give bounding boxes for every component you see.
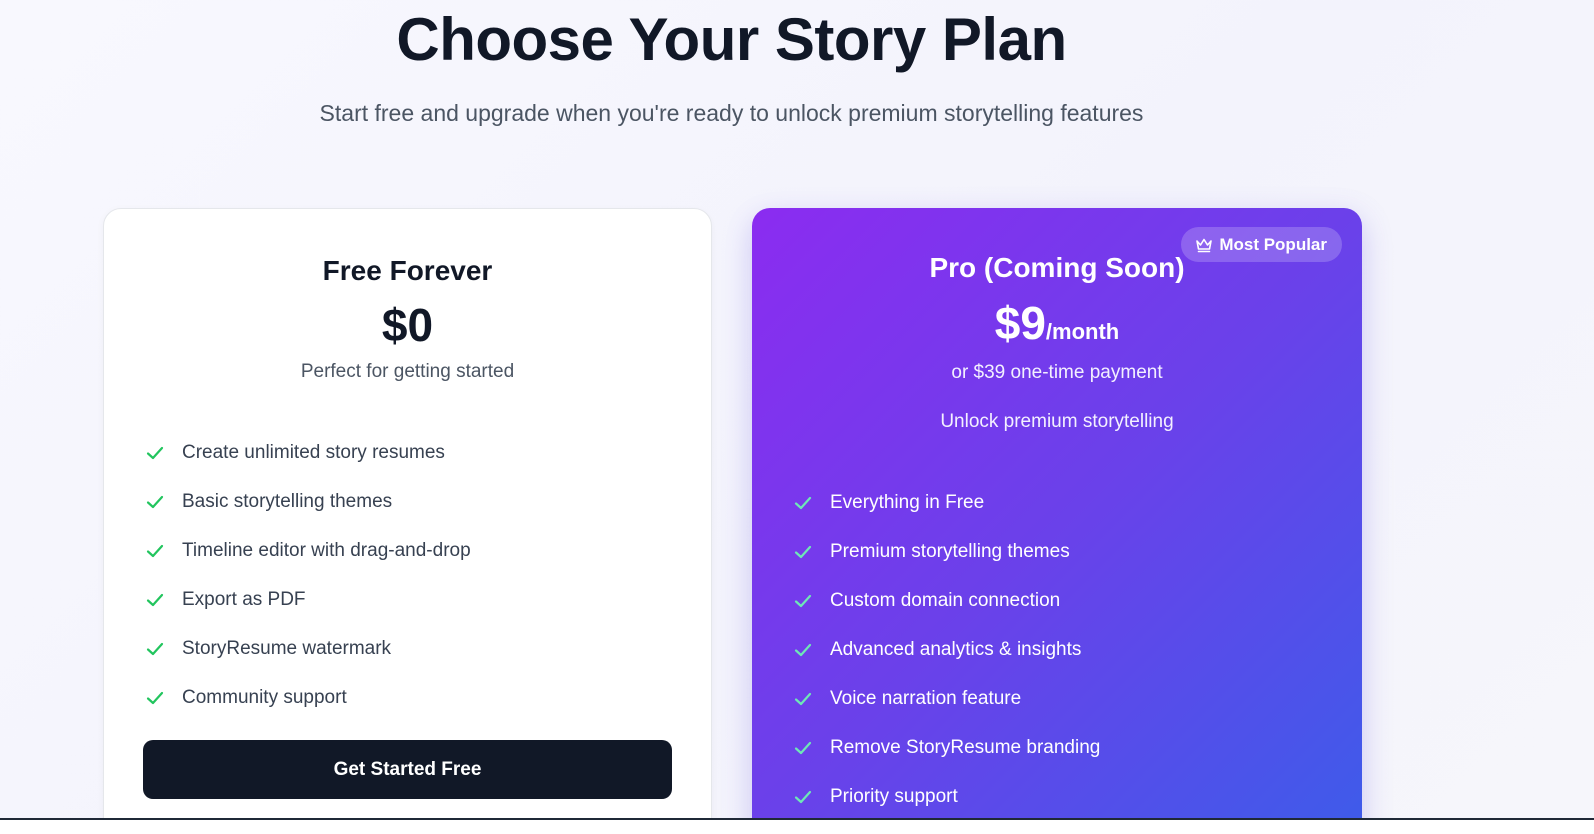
check-icon xyxy=(794,692,812,705)
feature-list: Create unlimited story resumes Basic sto… xyxy=(145,428,471,722)
feature-item: Custom domain connection xyxy=(793,576,1100,625)
plan-description: Perfect for getting started xyxy=(300,361,515,382)
feature-item: Create unlimited story resumes xyxy=(145,428,471,477)
feature-item: Export as PDF xyxy=(145,575,471,624)
feature-item: Timeline editor with drag-and-drop xyxy=(145,526,471,575)
page-subtitle: Start free and upgrade when you're ready… xyxy=(319,100,1144,126)
check-icon xyxy=(146,446,164,459)
check-icon xyxy=(794,545,812,558)
feature-item: Everything in Free xyxy=(793,478,1100,527)
feature-label: Premium storytelling themes xyxy=(830,540,1070,562)
feature-label: StoryResume watermark xyxy=(182,637,392,659)
feature-label: Advanced analytics & insights xyxy=(830,638,1082,660)
feature-label: Voice narration feature xyxy=(830,687,1022,709)
check-icon xyxy=(794,741,812,754)
plan-price: $0 xyxy=(381,299,434,351)
free-plan-card: Free Forever $0 Perfect for getting star… xyxy=(103,208,712,834)
feature-label: Remove StoryResume branding xyxy=(830,736,1101,758)
feature-item: Priority support xyxy=(793,772,1100,821)
check-icon xyxy=(794,496,812,509)
feature-item: Remove StoryResume branding xyxy=(793,723,1100,772)
plan-price: $9/month xyxy=(752,295,1362,360)
pro-plan-card: Most Popular Pro (Coming Soon) $9/month … xyxy=(752,208,1362,834)
feature-label: Community support xyxy=(182,686,347,708)
feature-item: StoryResume watermark xyxy=(145,624,471,673)
feature-label: Basic storytelling themes xyxy=(182,490,393,512)
feature-list: Everything in Free Premium storytelling … xyxy=(793,478,1100,821)
alternative-payment-note: or $39 one-time payment xyxy=(951,362,1163,383)
check-icon xyxy=(146,544,164,557)
check-icon xyxy=(146,691,164,704)
check-icon xyxy=(794,790,812,803)
feature-label: Create unlimited story resumes xyxy=(182,441,445,463)
feature-item: Advanced analytics & insights xyxy=(793,625,1100,674)
feature-item: Premium storytelling themes xyxy=(793,527,1100,576)
price-amount: $9 xyxy=(994,297,1046,349)
get-started-free-button[interactable]: Get Started Free xyxy=(143,740,672,799)
plan-name: Pro (Coming Soon) xyxy=(929,252,1185,283)
feature-label: Everything in Free xyxy=(830,491,985,513)
feature-label: Priority support xyxy=(830,785,958,807)
feature-label: Timeline editor with drag-and-drop xyxy=(182,539,471,561)
plan-description: Unlock premium storytelling xyxy=(940,411,1174,432)
check-icon xyxy=(146,642,164,655)
check-icon xyxy=(146,495,164,508)
price-period: /month xyxy=(1045,319,1120,344)
viewport-footer-strip xyxy=(0,820,1594,834)
check-icon xyxy=(794,594,812,607)
check-icon xyxy=(146,593,164,606)
check-icon xyxy=(794,643,812,656)
feature-item: Voice narration feature xyxy=(793,674,1100,723)
plan-name: Free Forever xyxy=(322,255,493,286)
feature-label: Custom domain connection xyxy=(830,589,1061,611)
feature-item: Community support xyxy=(145,673,471,722)
feature-label: Export as PDF xyxy=(182,588,306,610)
feature-item: Basic storytelling themes xyxy=(145,477,471,526)
page-title: Choose Your Story Plan xyxy=(396,6,1067,73)
